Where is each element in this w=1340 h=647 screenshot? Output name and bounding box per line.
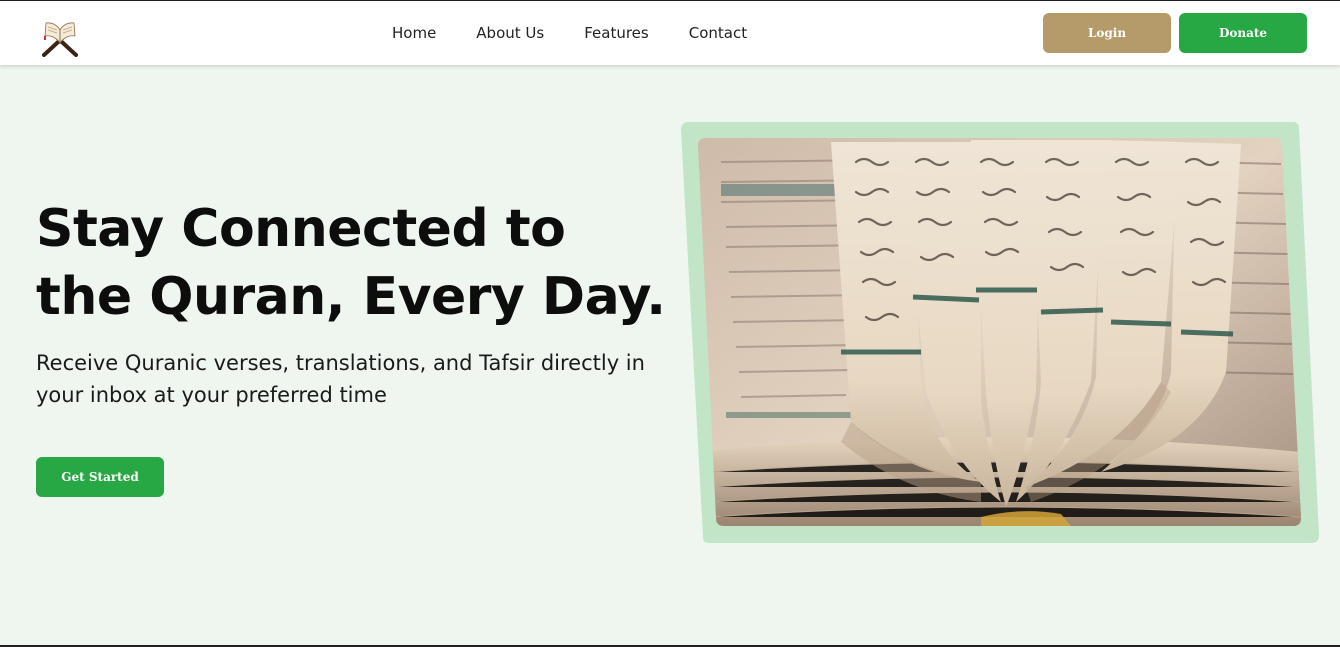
nav-link-home[interactable]: Home — [392, 1, 436, 65]
hero-image-frame — [681, 122, 1319, 543]
get-started-button[interactable]: Get Started — [36, 457, 164, 497]
nav-link-about-us[interactable]: About Us — [476, 1, 544, 65]
landing-page: Home About Us Features Contact Login Don… — [0, 0, 1340, 647]
open-quran-photo — [681, 122, 1319, 543]
donate-button[interactable]: Donate — [1179, 13, 1307, 53]
login-button[interactable]: Login — [1043, 13, 1171, 53]
hero-title: Stay Connected to the Quran, Every Day. — [36, 199, 666, 327]
quran-stand-icon[interactable] — [40, 17, 80, 57]
hero-subtitle: Receive Quranic verses, translations, an… — [36, 351, 645, 407]
nav-link-features[interactable]: Features — [584, 1, 649, 65]
navbar: Home About Us Features Contact Login Don… — [0, 1, 1340, 65]
nav-links: Home About Us Features Contact — [392, 1, 787, 65]
nav-link-contact[interactable]: Contact — [689, 1, 747, 65]
